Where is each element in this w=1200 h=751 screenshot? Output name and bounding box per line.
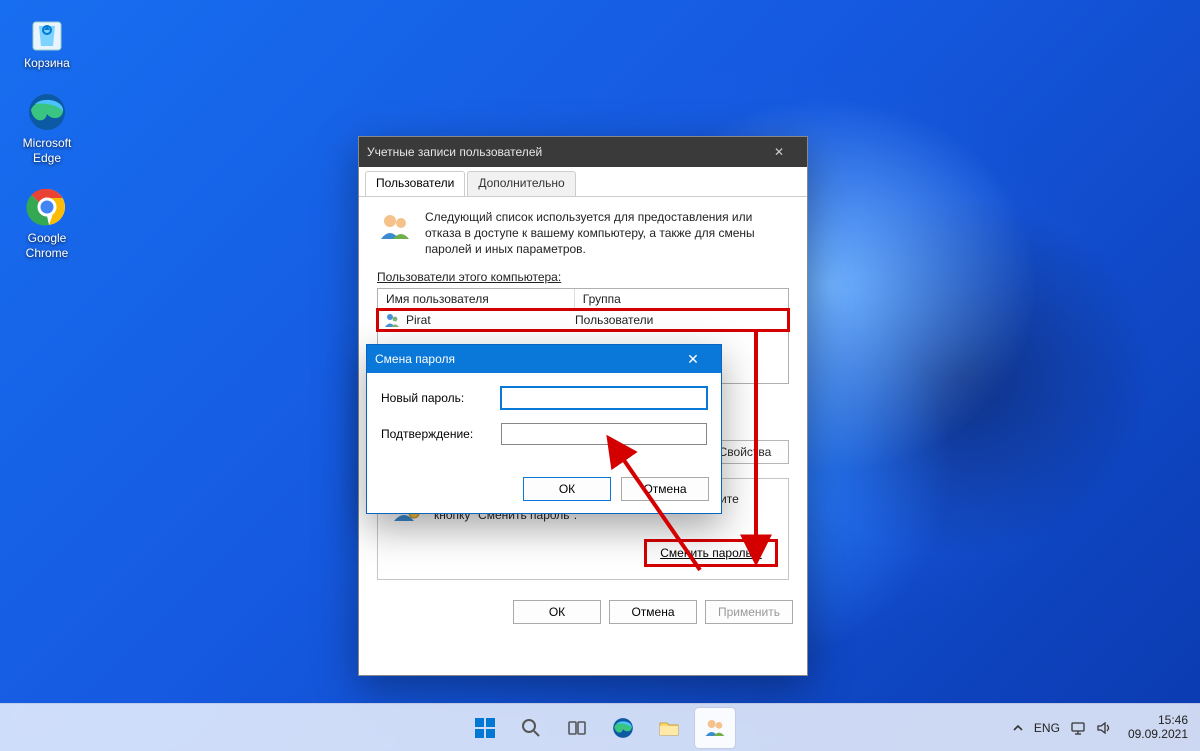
desktop-icon-label: Microsoft Edge — [10, 136, 84, 165]
desktop-icon-recycle-bin[interactable]: Корзина — [10, 10, 84, 70]
list-header: Имя пользователя Группа — [378, 289, 788, 310]
volume-icon[interactable] — [1096, 720, 1112, 736]
taskbar-user-accounts-icon[interactable] — [695, 708, 735, 748]
dialog-titlebar[interactable]: Смена пароля ✕ — [367, 345, 721, 373]
window-title: Учетные записи пользователей — [367, 145, 542, 159]
users-icon — [377, 209, 413, 258]
taskbar-tray: ENG 15:46 09.09.2021 — [1012, 710, 1194, 746]
dialog-title: Смена пароля — [375, 352, 455, 366]
tab-advanced[interactable]: Дополнительно — [467, 171, 575, 196]
user-row[interactable]: Pirat Пользователи — [378, 310, 788, 330]
taskbar[interactable]: ENG 15:46 09.09.2021 — [0, 703, 1200, 751]
task-view-button[interactable] — [557, 708, 597, 748]
desktop-icon-label: Корзина — [10, 56, 84, 70]
language-indicator[interactable]: ENG — [1034, 721, 1060, 735]
desktop-icon-chrome[interactable]: Google Chrome — [10, 185, 84, 260]
tab-users[interactable]: Пользователи — [365, 171, 465, 196]
change-password-dialog: Смена пароля ✕ Новый пароль: Подтвержден… — [366, 344, 722, 514]
user-icon — [384, 312, 400, 328]
edge-icon — [25, 90, 69, 134]
ok-button[interactable]: ОК — [513, 600, 601, 624]
confirm-password-input[interactable] — [501, 423, 707, 445]
network-icon[interactable] — [1070, 720, 1086, 736]
clock-date: 09.09.2021 — [1128, 728, 1188, 742]
tray-clock[interactable]: 15:46 09.09.2021 — [1122, 710, 1194, 746]
new-password-input[interactable] — [501, 387, 707, 409]
search-button[interactable] — [511, 708, 551, 748]
tray-chevron-icon[interactable] — [1012, 722, 1024, 734]
desktop-icons: Корзина Microsoft Edge Google Chrome — [10, 10, 90, 280]
user-name: Pirat — [406, 313, 431, 327]
desktop-icon-edge[interactable]: Microsoft Edge — [10, 90, 84, 165]
apply-button[interactable]: Применить — [705, 600, 793, 624]
cancel-button[interactable]: Отмена — [609, 600, 697, 624]
list-label: Пользователи этого компьютера: — [377, 270, 789, 284]
taskbar-center — [465, 708, 735, 748]
new-password-label: Новый пароль: — [381, 391, 501, 405]
ok-button[interactable]: ОК — [523, 477, 611, 501]
desktop-icon-label: Google Chrome — [10, 231, 84, 260]
user-group: Пользователи — [575, 313, 782, 327]
cancel-button[interactable]: Отмена — [621, 477, 709, 501]
col-group[interactable]: Группа — [575, 289, 788, 309]
close-icon[interactable]: ✕ — [759, 145, 799, 159]
intro-text: Следующий список используется для предос… — [425, 209, 789, 258]
confirm-password-label: Подтверждение: — [381, 427, 501, 441]
col-username[interactable]: Имя пользователя — [378, 289, 575, 309]
chrome-icon — [25, 185, 69, 229]
clock-time: 15:46 — [1128, 714, 1188, 728]
window-titlebar[interactable]: Учетные записи пользователей ✕ — [359, 137, 807, 167]
taskbar-edge-icon[interactable] — [603, 708, 643, 748]
tab-strip: Пользователи Дополнительно — [359, 167, 807, 197]
change-password-button[interactable]: Сменить пароль... — [646, 541, 776, 565]
start-button[interactable] — [465, 708, 505, 748]
dialog-bottom-buttons: ОК Отмена Применить — [359, 590, 807, 634]
taskbar-explorer-icon[interactable] — [649, 708, 689, 748]
recycle-bin-icon — [25, 10, 69, 54]
close-icon[interactable]: ✕ — [673, 351, 713, 368]
